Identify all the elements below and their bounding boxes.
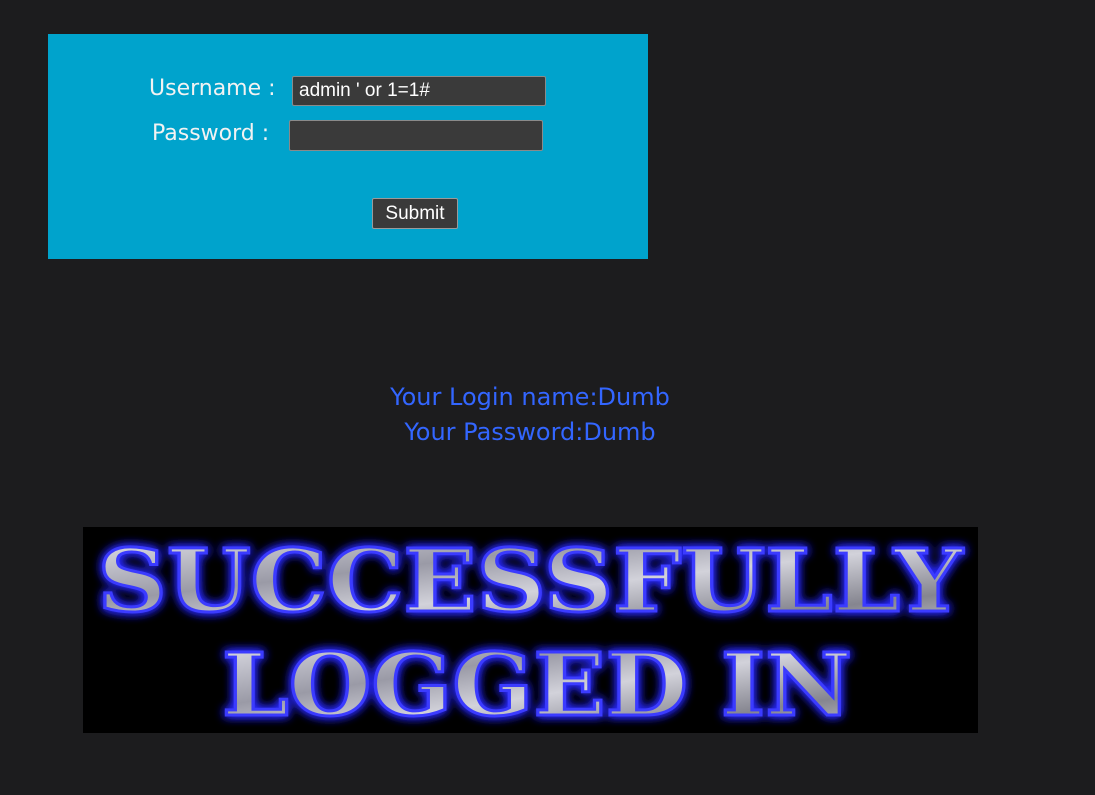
username-label: Username : [149,76,276,101]
banner-line1: SUCCESSFULLY [98,531,965,632]
password-result: Your Password:Dumb [404,418,656,446]
login-form: Username : Password : Submit [48,34,648,259]
login-name-result: Your Login name:Dumb [390,383,670,411]
success-banner-image: SUCCESSFULLY LOGGED IN [83,527,978,733]
username-input[interactable] [292,76,546,106]
success-banner-graphic: SUCCESSFULLY LOGGED IN [96,530,966,734]
password-input[interactable] [289,120,543,151]
submit-button[interactable]: Submit [372,198,458,229]
password-label: Password : [152,121,270,146]
banner-line2: LOGGED IN [222,635,852,733]
